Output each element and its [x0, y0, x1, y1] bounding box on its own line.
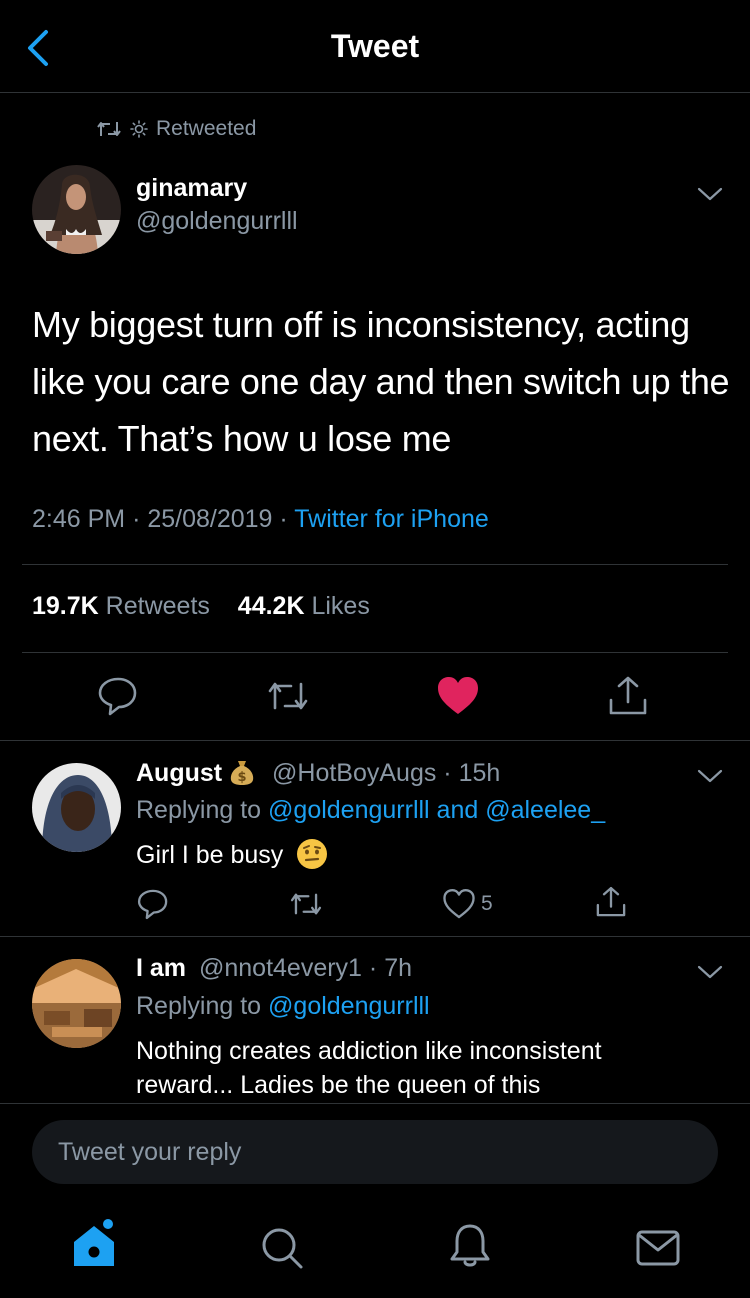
- reply-photo: [32, 959, 121, 1048]
- tab-home[interactable]: [70, 1218, 118, 1266]
- separator: ·: [132, 505, 148, 533]
- tweet-meta: 2:46 PM · 25/08/2019 · Twitter for iPhon…: [32, 505, 489, 534]
- heart-filled-icon: [438, 677, 478, 714]
- divider: [22, 652, 728, 653]
- retweet-button[interactable]: [266, 674, 310, 718]
- tweet-text: My biggest turn off is inconsistency, ac…: [32, 304, 730, 459]
- replying-to: Replying to @goldengurrlll: [136, 992, 430, 1021]
- tab-messages[interactable]: [634, 1224, 682, 1272]
- divider: [0, 936, 750, 937]
- retweet-icon: [97, 122, 121, 136]
- tab-search[interactable]: [258, 1224, 306, 1272]
- reply-options-button[interactable]: [696, 962, 724, 982]
- svg-text:$: $: [238, 770, 247, 785]
- reply-header: August $ @HotBoyAugs · 15h: [136, 758, 500, 788]
- replying-to-label: Replying to: [136, 992, 262, 1020]
- separator: ·: [279, 505, 295, 533]
- reply-text: Nothing creates addiction like inconsist…: [136, 1037, 602, 1099]
- chevron-down-icon: [697, 769, 723, 783]
- tweet-stats: 19.7K Retweets 44.2K Likes: [32, 592, 370, 621]
- retweets-label: Retweets: [105, 592, 210, 620]
- comment-icon: [137, 889, 168, 920]
- author-photo: [32, 165, 121, 254]
- reply-button[interactable]: [96, 674, 140, 718]
- reply-author-name[interactable]: I am: [136, 954, 186, 982]
- search-icon: [262, 1228, 303, 1269]
- author-avatar[interactable]: [32, 165, 121, 254]
- envelope-icon: [636, 1230, 680, 1266]
- author-name[interactable]: ginamary: [136, 174, 247, 203]
- reply-photo: [32, 763, 121, 852]
- reply-input[interactable]: [32, 1120, 698, 1184]
- tweet-date: 25/08/2019: [147, 505, 273, 533]
- author-handle[interactable]: @goldengurrlll: [136, 207, 298, 236]
- top-bar: Tweet: [0, 0, 750, 92]
- likes-count: 44.2K: [237, 592, 305, 620]
- retweets-count: 19.7K: [32, 592, 99, 620]
- replying-to-links[interactable]: @goldengurrlll and @aleelee_: [268, 796, 605, 824]
- separator: ·: [436, 759, 459, 787]
- likes-label: Likes: [311, 592, 370, 620]
- reply-options-button[interactable]: [696, 766, 724, 786]
- comment-icon: [98, 677, 137, 716]
- tweet-source-link[interactable]: Twitter for iPhone: [294, 505, 489, 533]
- separator: ·: [361, 954, 385, 982]
- divider: [0, 1103, 750, 1104]
- retweet-icon: [268, 682, 308, 710]
- sun-icon: [130, 120, 148, 138]
- divider: [0, 92, 750, 93]
- reply-share-button[interactable]: [594, 884, 628, 920]
- retweet-icon: [290, 893, 322, 915]
- share-icon: [596, 886, 626, 917]
- reply-author-handle[interactable]: @nnot4every1: [199, 954, 362, 982]
- tweet-options-button[interactable]: [696, 184, 724, 204]
- reply-reply-button[interactable]: [136, 886, 170, 922]
- reply-like-button[interactable]: 5: [443, 886, 493, 922]
- likes-stat[interactable]: 44.2K Likes: [238, 592, 370, 620]
- share-button[interactable]: [606, 674, 650, 718]
- divider: [22, 564, 728, 565]
- retweeted-banner: Retweeted: [96, 114, 256, 144]
- face-with-raised-eyebrow-icon: [297, 839, 328, 869]
- reply-author-handle[interactable]: @HotBoyAugs: [272, 759, 436, 787]
- reply-avatar[interactable]: [32, 959, 121, 1048]
- reply-author-name[interactable]: August: [136, 759, 222, 787]
- heart-icon: [443, 889, 475, 919]
- like-button[interactable]: [436, 674, 480, 718]
- money-bag-icon: $: [230, 761, 254, 785]
- reply-like-count: 5: [481, 892, 493, 915]
- reply-time: 15h: [458, 759, 501, 787]
- share-icon: [609, 676, 647, 715]
- retweeted-label: Retweeted: [156, 117, 257, 140]
- replying-to-links[interactable]: @goldengurrlll: [268, 992, 430, 1020]
- tab-notifications[interactable]: [446, 1222, 494, 1270]
- replying-to-label: Replying to: [136, 796, 262, 824]
- tweet-time: 2:46 PM: [32, 505, 126, 533]
- divider: [0, 740, 750, 741]
- reply-header: I am @nnot4every1 · 7h: [136, 954, 412, 983]
- bell-icon: [450, 1224, 490, 1267]
- reply-text-row: Girl I be busy: [136, 838, 716, 872]
- chevron-down-icon: [697, 965, 723, 979]
- retweets-stat[interactable]: 19.7K Retweets: [32, 592, 210, 620]
- reply-avatar[interactable]: [32, 763, 121, 852]
- reply-text: Girl I be busy: [136, 841, 284, 869]
- reply-compose[interactable]: [32, 1120, 718, 1184]
- reply-time: 7h: [384, 954, 412, 982]
- replying-to: Replying to @goldengurrlll and @aleelee_: [136, 796, 605, 825]
- page-title: Tweet: [330, 28, 420, 64]
- reply-retweet-button[interactable]: [288, 886, 324, 922]
- home-icon: [74, 1219, 114, 1266]
- chevron-down-icon: [697, 187, 723, 201]
